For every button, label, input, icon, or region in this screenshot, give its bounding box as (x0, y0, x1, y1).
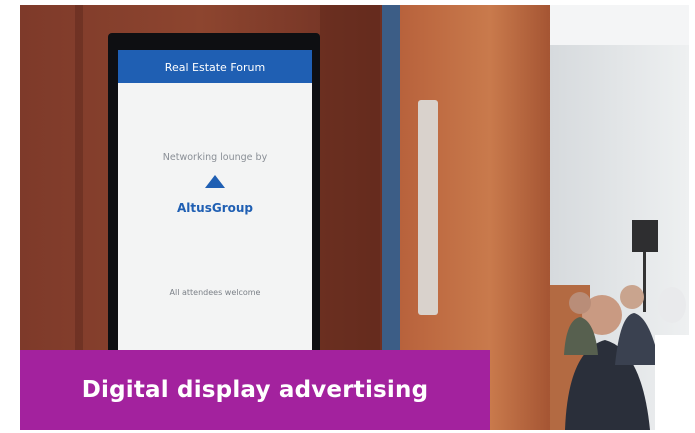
digital-signage: Real Estate Forum Networking lounge by A… (108, 33, 320, 363)
promo-card[interactable]: Real Estate Forum Networking lounge by A… (20, 5, 689, 430)
screen-header: Real Estate Forum (165, 61, 265, 74)
speaker (632, 220, 658, 252)
caption-title: Digital display advertising (81, 377, 429, 403)
door-handle (418, 100, 438, 315)
screen-line: Networking lounge by (163, 152, 268, 163)
caption-banner[interactable]: Digital display advertising (20, 350, 490, 430)
screen-footer: All attendees welcome (170, 288, 261, 297)
screen-brand: AltusGroup (177, 201, 253, 215)
attendees (564, 285, 689, 430)
